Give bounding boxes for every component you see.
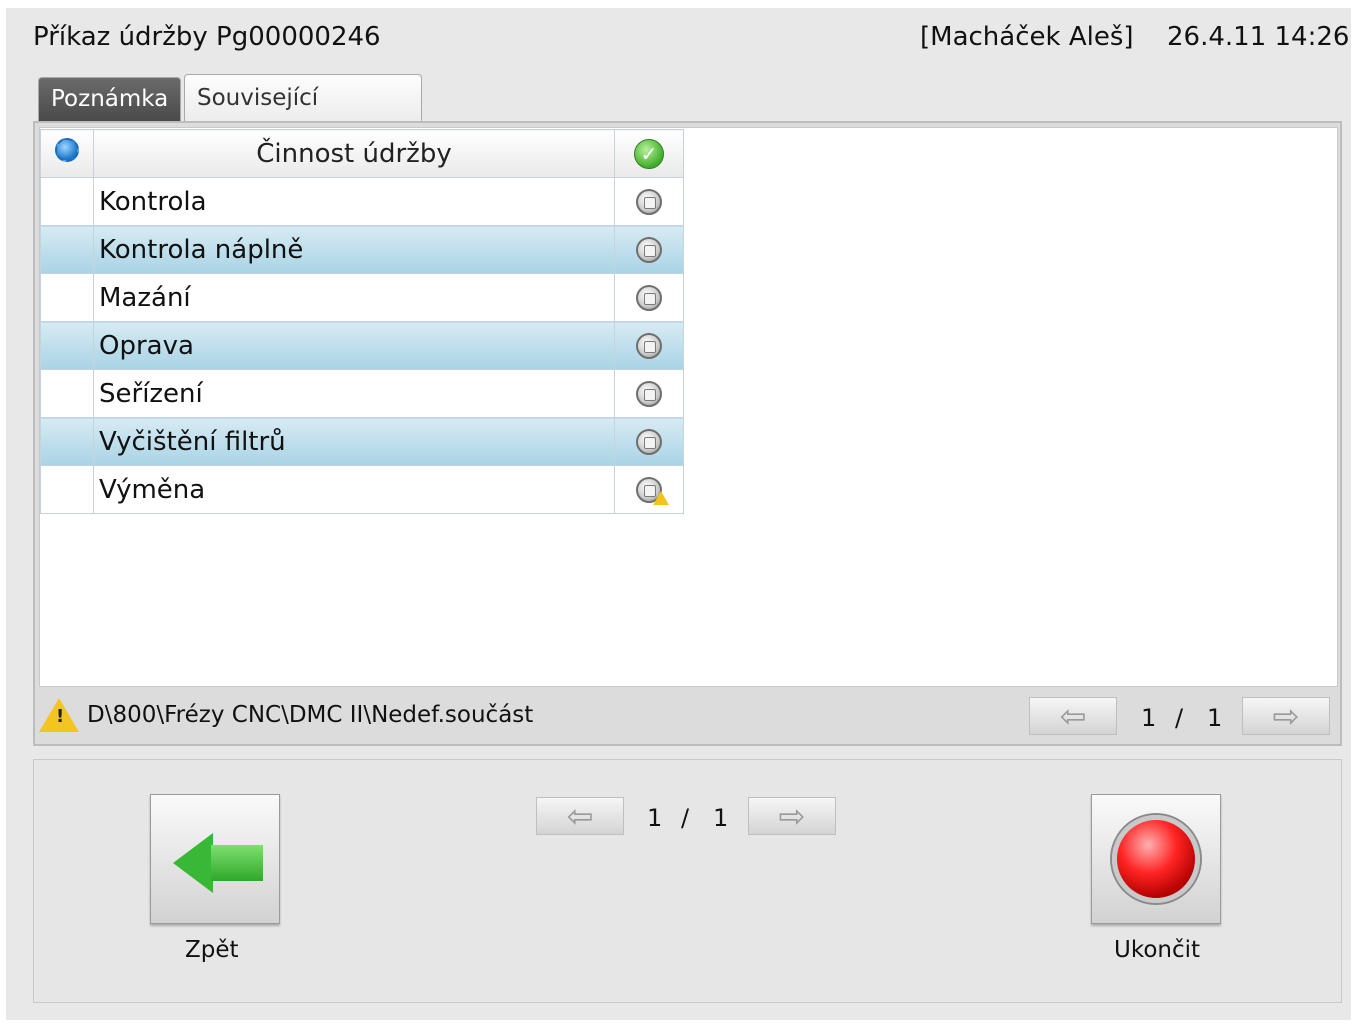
back-button[interactable] bbox=[150, 794, 280, 924]
stop-icon bbox=[636, 284, 662, 311]
status-cell[interactable] bbox=[614, 369, 684, 418]
tab-souvisejici-cinnosti[interactable]: Související činnosti bbox=[184, 74, 422, 158]
content-panel: Činnost údržby ✓ Kontrola Kontrola nápln… bbox=[33, 121, 1342, 746]
table-row[interactable]: Výměna bbox=[40, 465, 684, 514]
datetime: 26.4.11 14:26 bbox=[1167, 22, 1350, 52]
table-row[interactable]: Oprava bbox=[40, 321, 684, 370]
table-header-row: Činnost údržby ✓ bbox=[40, 129, 684, 178]
page-current: 1 bbox=[1141, 704, 1157, 732]
bottom-panel: Zpět ⇦ 1 / 1 ⇨ Ukončit bbox=[33, 759, 1342, 1003]
next-page-button[interactable]: ⇨ bbox=[1242, 697, 1330, 735]
activity-name: Výměna bbox=[93, 465, 615, 514]
activity-grid: Činnost údržby ✓ Kontrola Kontrola nápln… bbox=[39, 127, 1338, 687]
page-total: 1 bbox=[1207, 704, 1223, 732]
status-cell[interactable] bbox=[614, 177, 684, 226]
gear-icon bbox=[55, 138, 79, 162]
checkmark-icon: ✓ bbox=[634, 139, 664, 169]
user-name: [Macháček Aleš] bbox=[920, 22, 1134, 52]
status-cell[interactable] bbox=[614, 225, 684, 274]
table-row[interactable]: Mazání bbox=[40, 273, 684, 322]
bottom-prev-page-button[interactable]: ⇦ bbox=[536, 797, 624, 835]
activity-name: Oprava bbox=[93, 321, 615, 370]
back-label: Zpět bbox=[185, 937, 239, 963]
table-row[interactable]: Kontrola náplně bbox=[40, 225, 684, 274]
path-text: D\800\Frézy CNC\DMC II\Nedef.součást bbox=[87, 702, 534, 728]
activity-table: Činnost údržby ✓ Kontrola Kontrola nápln… bbox=[40, 129, 684, 514]
bottom-page-total: 1 bbox=[713, 804, 729, 832]
row-marker-cell bbox=[40, 273, 94, 322]
page-title: Příkaz údržby Pg00000246 bbox=[33, 22, 381, 52]
activity-name: Mazání bbox=[93, 273, 615, 322]
bottom-page-separator: / bbox=[681, 804, 690, 832]
row-marker-cell bbox=[40, 417, 94, 466]
stop-icon bbox=[636, 188, 662, 215]
table-row[interactable]: Kontrola bbox=[40, 177, 684, 226]
stop-button-icon bbox=[1112, 815, 1200, 903]
row-marker-cell bbox=[40, 225, 94, 274]
status-header-cell[interactable]: ✓ bbox=[614, 129, 684, 178]
table-row[interactable]: Vyčištění filtrů bbox=[40, 417, 684, 466]
row-marker-cell bbox=[40, 369, 94, 418]
path-bar: ! D\800\Frézy CNC\DMC II\Nedef.součást ⇦… bbox=[35, 688, 1340, 744]
arrow-left-icon-body bbox=[211, 845, 263, 881]
tab-poznamka[interactable]: Poznámka bbox=[38, 77, 181, 121]
table-row[interactable]: Seřízení bbox=[40, 369, 684, 418]
status-cell[interactable] bbox=[614, 465, 684, 514]
activity-name: Kontrola náplně bbox=[93, 225, 615, 274]
activity-name: Seřízení bbox=[93, 369, 615, 418]
status-cell[interactable] bbox=[614, 321, 684, 370]
page-separator: / bbox=[1175, 704, 1184, 732]
stop-icon bbox=[636, 380, 662, 407]
warning-icon: ! bbox=[39, 698, 79, 732]
status-cell[interactable] bbox=[614, 273, 684, 322]
bottom-next-page-button[interactable]: ⇨ bbox=[748, 797, 836, 835]
row-marker-cell bbox=[40, 177, 94, 226]
row-marker-cell bbox=[40, 465, 94, 514]
arrow-left-icon bbox=[173, 833, 213, 893]
activity-name: Kontrola bbox=[93, 177, 615, 226]
status-cell[interactable] bbox=[614, 417, 684, 466]
stop-icon bbox=[636, 428, 662, 455]
warning-status-icon bbox=[636, 476, 669, 505]
stop-icon bbox=[636, 236, 662, 263]
prev-page-button[interactable]: ⇦ bbox=[1029, 697, 1117, 735]
column-header-activity[interactable]: Činnost údržby bbox=[93, 129, 615, 178]
stop-icon bbox=[636, 332, 662, 359]
row-marker-cell bbox=[40, 321, 94, 370]
activity-name: Vyčištění filtrů bbox=[93, 417, 615, 466]
finish-button[interactable] bbox=[1091, 794, 1221, 924]
bottom-page-current: 1 bbox=[647, 804, 663, 832]
finish-label: Ukončit bbox=[1114, 937, 1201, 963]
gear-header-cell[interactable] bbox=[40, 129, 94, 178]
